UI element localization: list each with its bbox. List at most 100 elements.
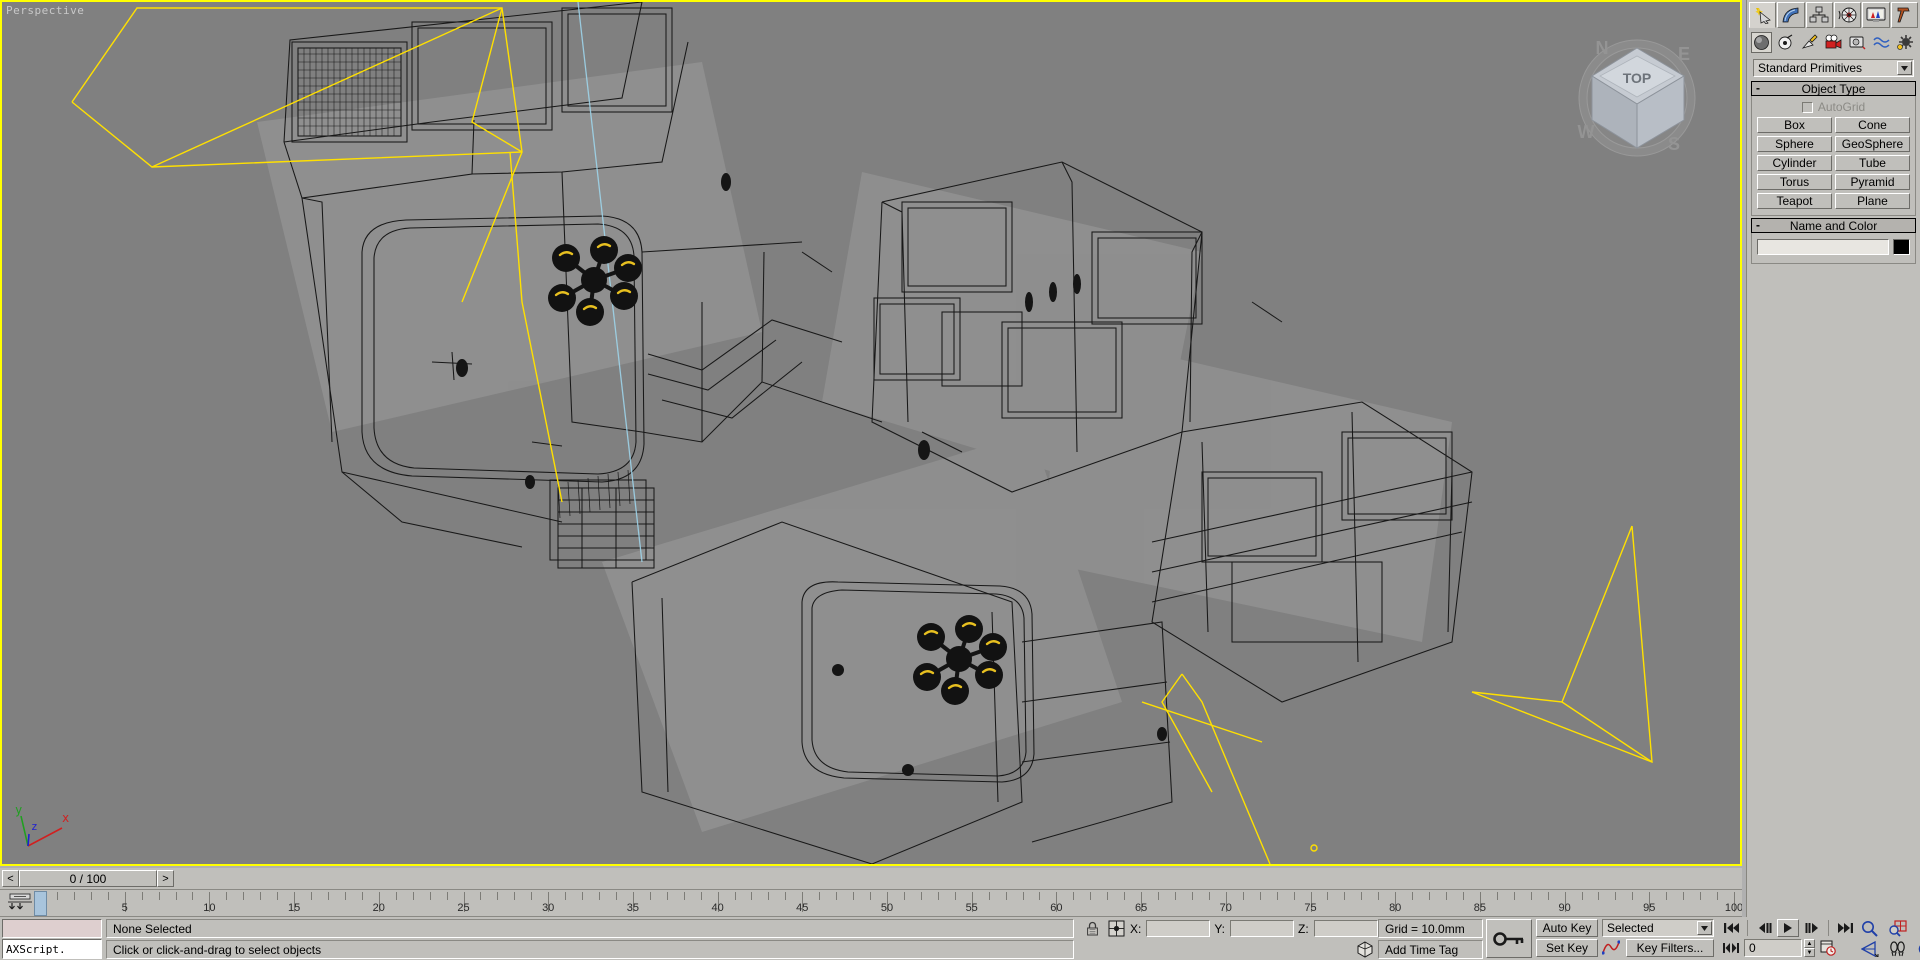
name-and-color-rollout-header[interactable]: - Name and Color	[1751, 218, 1916, 233]
track-bar-frame-cursor[interactable]	[34, 891, 47, 916]
perspective-viewport[interactable]: Perspective N E S W TOP x y z	[0, 0, 1742, 866]
pan-hand-icon[interactable]	[1884, 939, 1911, 958]
ruler-tick	[1124, 892, 1126, 900]
object-category-select[interactable]: Standard Primitives	[1753, 59, 1914, 77]
create-tab[interactable]	[1749, 2, 1777, 28]
object-name-input[interactable]	[1757, 239, 1889, 255]
goto-end-button[interactable]	[1834, 919, 1856, 937]
zoom-extents-icon[interactable]	[1912, 919, 1920, 938]
key-filters-button[interactable]: Key Filters...	[1626, 939, 1714, 957]
create-torus-button[interactable]: Torus	[1757, 174, 1832, 190]
helpers-icon[interactable]	[1847, 32, 1868, 53]
axis-x-label: x	[62, 811, 69, 825]
motion-tab[interactable]	[1833, 2, 1862, 28]
chevron-down-icon[interactable]	[1897, 61, 1912, 75]
key-set-select[interactable]: Selected	[1602, 919, 1714, 937]
ruler-tick	[1073, 892, 1075, 900]
current-frame-field[interactable]: 0	[1744, 939, 1802, 957]
ruler-tick	[1462, 892, 1464, 900]
ruler-tick	[1429, 892, 1431, 900]
selection-status-readout: None Selected	[106, 919, 1074, 938]
set-key-button[interactable]: Set Key	[1536, 939, 1598, 957]
parameter-curve-icon[interactable]	[1601, 939, 1622, 957]
play-animation-button[interactable]	[1777, 919, 1799, 937]
autogrid-checkbox[interactable]	[1801, 101, 1813, 113]
rollout-collapse-icon[interactable]: -	[1756, 218, 1760, 232]
divider	[1747, 920, 1748, 936]
key-mode-toggle-button[interactable]	[1720, 939, 1742, 957]
field-of-view-icon[interactable]	[1856, 939, 1883, 958]
playback-controls-bottom: 0 ▲ ▼	[1720, 939, 1839, 957]
ruler-tick	[1446, 892, 1448, 900]
time-configuration-icon[interactable]	[1817, 939, 1839, 957]
add-time-tag-button[interactable]: Add Time Tag	[1378, 940, 1483, 959]
key-toggle-icon[interactable]	[1486, 919, 1532, 958]
coord-z-field[interactable]	[1313, 920, 1378, 937]
create-geosphere-button[interactable]: GeoSphere	[1835, 136, 1910, 152]
track-bar-ruler[interactable]: 0510152025303540455055606570758085909510…	[37, 890, 1742, 916]
viewport-canvas[interactable]: Perspective N E S W TOP x y z	[2, 2, 1740, 864]
cameras-icon[interactable]	[1823, 32, 1844, 53]
geometry-icon[interactable]	[1751, 32, 1772, 53]
create-teapot-button[interactable]: Teapot	[1757, 193, 1832, 209]
utilities-tab[interactable]	[1890, 2, 1918, 28]
frame-spinner[interactable]: ▲ ▼	[1804, 939, 1815, 957]
ruler-tick	[90, 892, 92, 900]
hierarchy-tab[interactable]	[1805, 2, 1833, 28]
rollout-collapse-icon[interactable]: -	[1756, 81, 1760, 95]
systems-icon[interactable]	[1895, 32, 1916, 53]
previous-frame-button[interactable]	[1753, 919, 1775, 937]
absolute-relative-transform-icon[interactable]	[1106, 919, 1126, 938]
ruler-tick	[1615, 892, 1617, 900]
ruler-tick	[649, 892, 651, 900]
zoom-all-viewports-icon[interactable]	[1884, 919, 1911, 938]
maxscript-entry-field[interactable]: AXScript.	[2, 939, 102, 959]
lights-icon[interactable]	[1799, 32, 1820, 53]
coord-x-field[interactable]	[1146, 920, 1211, 937]
viewport-label: Perspective	[6, 4, 85, 17]
track-bar[interactable]: 0510152025303540455055606570758085909510…	[0, 890, 1742, 917]
key-set-value: Selected	[1607, 921, 1654, 935]
create-cylinder-button[interactable]: Cylinder	[1757, 155, 1832, 171]
next-frame-arrow[interactable]: >	[157, 870, 174, 887]
space-warps-icon[interactable]	[1871, 32, 1892, 53]
ruler-tick	[361, 892, 363, 900]
object-color-swatch[interactable]	[1893, 239, 1910, 255]
arc-rotate-icon[interactable]	[1912, 939, 1920, 958]
previous-frame-arrow[interactable]: <	[2, 870, 19, 887]
create-pyramid-button[interactable]: Pyramid	[1835, 174, 1910, 190]
zoom-magnifier-icon[interactable]	[1856, 919, 1883, 938]
name-and-color-title: Name and Color	[1789, 218, 1878, 233]
time-tag-icon[interactable]	[1356, 941, 1376, 959]
ruler-tick	[751, 892, 753, 900]
modify-tab[interactable]	[1777, 2, 1805, 28]
maxscript-output-pane[interactable]	[2, 919, 102, 938]
display-tab[interactable]	[1862, 2, 1890, 28]
goto-start-button[interactable]	[1720, 919, 1742, 937]
object-type-rollout-header[interactable]: - Object Type	[1751, 81, 1916, 96]
autogrid-label: AutoGrid	[1817, 100, 1866, 114]
ruler-tick	[785, 892, 787, 900]
shapes-icon[interactable]	[1775, 32, 1796, 53]
ruler-tick-label: 85	[1473, 902, 1487, 914]
ruler-tick	[599, 892, 601, 900]
create-plane-button[interactable]: Plane	[1835, 193, 1910, 209]
create-sphere-button[interactable]: Sphere	[1757, 136, 1832, 152]
viewcube[interactable]: N E S W TOP	[1562, 20, 1712, 170]
time-slider-handle[interactable]: 0 / 100	[19, 870, 157, 887]
create-box-button[interactable]: Box	[1757, 117, 1832, 133]
selection-lock-icon[interactable]	[1082, 919, 1102, 938]
ruler-tick	[158, 892, 160, 900]
auto-key-button[interactable]: Auto Key	[1536, 919, 1598, 937]
coord-y-field[interactable]	[1230, 920, 1295, 937]
track-view-open-icon[interactable]	[6, 893, 34, 913]
create-cone-button[interactable]: Cone	[1835, 117, 1910, 133]
ruler-tick	[1361, 892, 1363, 900]
ruler-tick	[1174, 892, 1176, 900]
spinner-down-icon[interactable]: ▼	[1804, 948, 1815, 957]
create-tube-button[interactable]: Tube	[1835, 155, 1910, 171]
spinner-up-icon[interactable]: ▲	[1804, 939, 1815, 948]
chevron-down-icon[interactable]	[1697, 921, 1712, 935]
next-frame-button[interactable]	[1801, 919, 1823, 937]
ruler-tick	[1700, 892, 1702, 900]
